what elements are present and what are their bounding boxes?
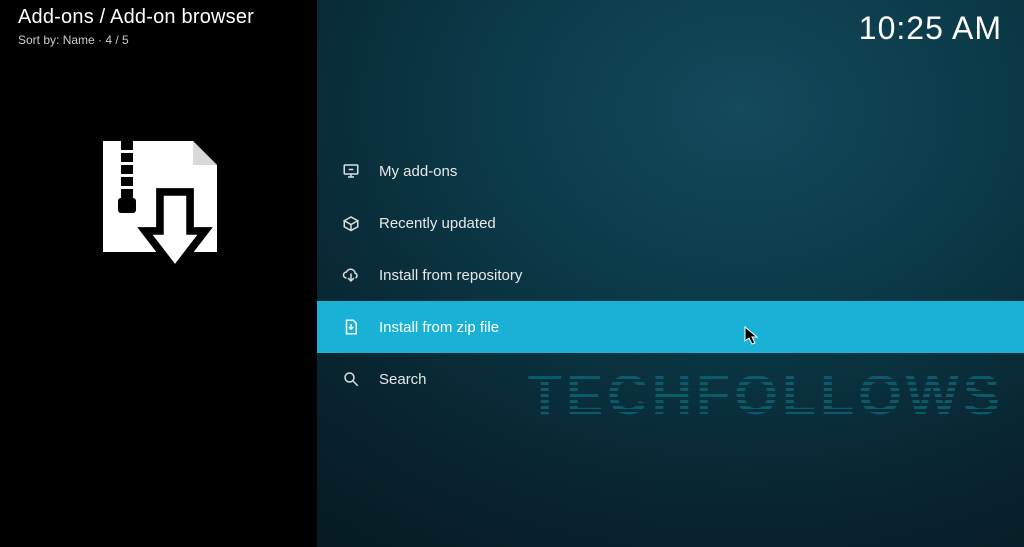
zip-file-icon (337, 318, 365, 336)
sidebar: Add-ons / Add-on browser Sort by: Name ·… (0, 0, 317, 547)
menu-item-label: Install from repository (379, 267, 522, 284)
search-icon (337, 370, 365, 388)
header: Add-ons / Add-on browser Sort by: Name ·… (18, 6, 254, 47)
sort-line: Sort by: Name · 4 / 5 (18, 33, 254, 47)
clock: 10:25 AM (859, 10, 1002, 47)
addon-browser-zip-icon (85, 132, 235, 287)
menu-item-label: Search (379, 371, 427, 388)
sort-position: 4 / 5 (105, 33, 128, 47)
sort-prefix: Sort by: (18, 33, 63, 47)
menu-item-search[interactable]: Search (317, 353, 1024, 405)
menu-item-install-from-zip-file[interactable]: Install from zip file (317, 301, 1024, 353)
open-box-icon (337, 214, 365, 232)
sort-field: Name (63, 33, 95, 47)
menu-list: My add-ons Recently updated Install (317, 145, 1024, 405)
screen-icon (337, 162, 365, 180)
menu-item-label: Install from zip file (379, 319, 499, 336)
menu-item-label: Recently updated (379, 215, 496, 232)
breadcrumb: Add-ons / Add-on browser (18, 6, 254, 29)
menu-item-label: My add-ons (379, 163, 457, 180)
main-panel: 10:25 AM My add-ons Recent (317, 0, 1024, 547)
menu-item-my-addons[interactable]: My add-ons (317, 145, 1024, 197)
cloud-download-icon (337, 266, 365, 284)
menu-item-recently-updated[interactable]: Recently updated (317, 197, 1024, 249)
menu-item-install-from-repository[interactable]: Install from repository (317, 249, 1024, 301)
sort-separator: · (95, 33, 106, 47)
